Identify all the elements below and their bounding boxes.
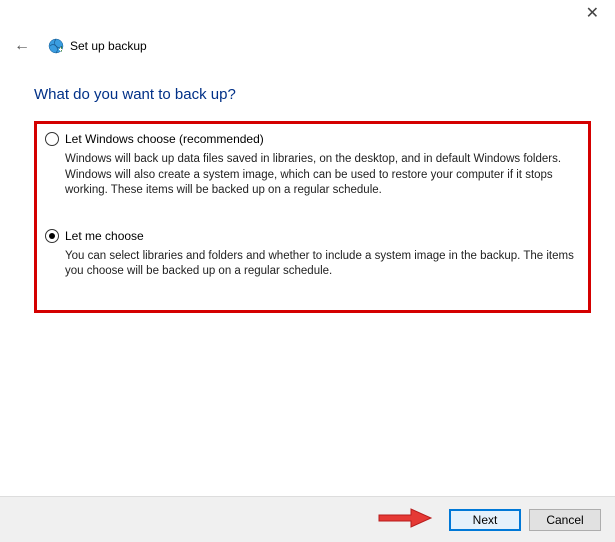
annotation-arrow-icon [377, 507, 433, 532]
next-button[interactable]: Next [449, 509, 521, 531]
option-let-me-choose[interactable]: Let me choose You can select libraries a… [45, 229, 580, 280]
option-windows-choose[interactable]: Let Windows choose (recommended) Windows… [45, 132, 580, 199]
content: What do you want to back up? Let Windows… [34, 86, 591, 313]
button-label: Cancel [546, 513, 583, 527]
header: ← Set up backup [10, 36, 147, 56]
option-desc: You can select libraries and folders and… [65, 249, 580, 280]
option-head[interactable]: Let Windows choose (recommended) [45, 132, 580, 146]
titlebar-controls: ✕ [586, 6, 599, 22]
option-label: Let Windows choose (recommended) [65, 132, 264, 146]
button-label: Next [473, 513, 498, 527]
page-title: Set up backup [70, 39, 147, 53]
option-head[interactable]: Let me choose [45, 229, 580, 243]
radio-icon[interactable] [45, 132, 59, 146]
cancel-button[interactable]: Cancel [529, 509, 601, 531]
option-desc: Windows will back up data files saved in… [65, 152, 580, 199]
close-icon[interactable]: ✕ [586, 5, 599, 22]
option-label: Let me choose [65, 229, 144, 243]
highlight-box: Let Windows choose (recommended) Windows… [34, 121, 591, 313]
back-arrow-icon[interactable]: ← [10, 36, 34, 56]
radio-icon[interactable] [45, 229, 59, 243]
heading: What do you want to back up? [34, 86, 591, 103]
footer: Next Cancel [0, 496, 615, 542]
backup-globe-icon [48, 38, 64, 54]
backup-wizard-window: ✕ ← Set up backup What do you want to ba… [0, 0, 615, 542]
